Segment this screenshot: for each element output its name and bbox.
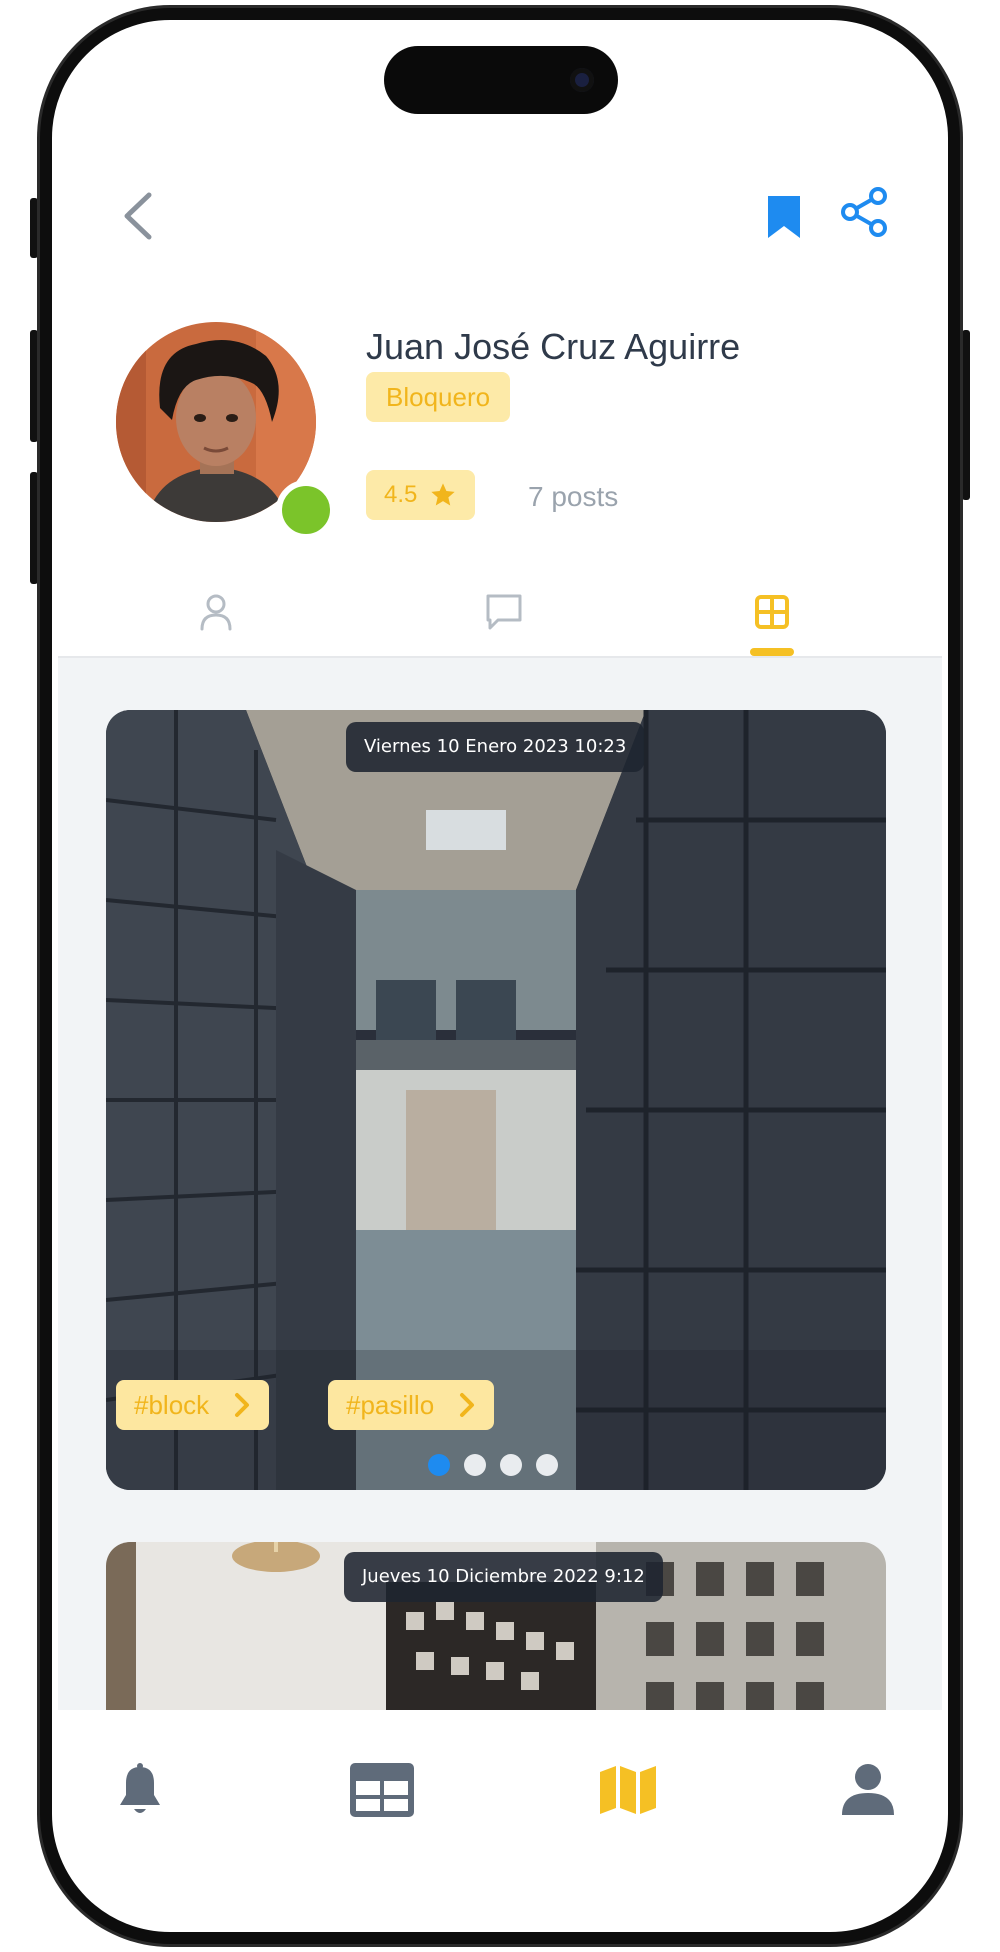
- carousel-dot[interactable]: [536, 1454, 558, 1476]
- phone-power-button: [962, 330, 970, 500]
- nav-account[interactable]: [828, 1750, 908, 1830]
- active-tab-indicator: [750, 648, 794, 656]
- carousel-dot[interactable]: [428, 1454, 450, 1476]
- tab-profile[interactable]: [186, 582, 246, 642]
- user-icon: [842, 1764, 894, 1815]
- post-image: [106, 710, 886, 1490]
- tag-chip-pasillo[interactable]: #pasillo: [328, 1380, 495, 1430]
- nav-notifications[interactable]: [100, 1750, 180, 1830]
- nav-map[interactable]: [588, 1750, 668, 1830]
- dynamic-island: [384, 46, 618, 114]
- carousel-dot[interactable]: [500, 1454, 522, 1476]
- online-status-indicator: [276, 480, 336, 540]
- chevron-left-icon: [124, 192, 152, 240]
- layout-grid-icon: [350, 1763, 414, 1817]
- post-date: Jueves 10 Diciembre 2022 9:12: [344, 1552, 663, 1602]
- bell-icon: [120, 1763, 160, 1813]
- tab-grid[interactable]: [742, 582, 802, 642]
- phone-silent-switch: [30, 198, 38, 258]
- person-icon: [200, 594, 232, 631]
- bookmark-button[interactable]: [766, 194, 814, 250]
- phone-screen: Juan José Cruz Aguirre Bloquero 4.5 7 po…: [58, 26, 942, 1926]
- phone-volume-down: [30, 472, 38, 584]
- role-badge: Bloquero: [366, 372, 511, 422]
- phone-volume-up: [30, 330, 38, 442]
- share-icon: [841, 187, 887, 237]
- bottom-navigation: [58, 1710, 942, 1926]
- front-camera: [570, 68, 594, 92]
- carousel-dot[interactable]: [464, 1454, 486, 1476]
- posts-feed[interactable]: Viernes 10 Enero 2023 10:23 #block #pasi…: [58, 658, 942, 1710]
- rating-value: 4.5: [384, 481, 418, 508]
- grid-icon: [755, 595, 789, 629]
- post-card[interactable]: Jueves 10 Diciembre 2022 9:12: [106, 1542, 886, 1710]
- profile-tabs: [58, 572, 942, 658]
- chat-bubble-icon: [486, 594, 522, 630]
- avatar-container: [116, 322, 336, 540]
- tag-label: #pasillo: [346, 1390, 435, 1420]
- chevron-right-icon: [460, 1393, 475, 1417]
- star-icon: [431, 483, 456, 506]
- tag-label: #block: [134, 1390, 210, 1420]
- post-date: Viernes 10 Enero 2023 10:23: [346, 722, 645, 772]
- nav-feed[interactable]: [342, 1750, 422, 1830]
- map-icon: [600, 1766, 656, 1814]
- bookmark-icon: [768, 196, 800, 238]
- chevron-right-icon: [235, 1393, 250, 1417]
- tag-chip-block[interactable]: #block: [116, 1380, 270, 1430]
- post-card[interactable]: Viernes 10 Enero 2023 10:23 #block #pasi…: [106, 710, 886, 1490]
- profile-name: Juan José Cruz Aguirre: [366, 326, 741, 367]
- rating-badge: 4.5: [366, 470, 476, 520]
- back-button[interactable]: [108, 186, 168, 246]
- tab-comments[interactable]: [474, 582, 534, 642]
- posts-count: 7 posts: [528, 481, 619, 512]
- share-button[interactable]: [838, 186, 902, 250]
